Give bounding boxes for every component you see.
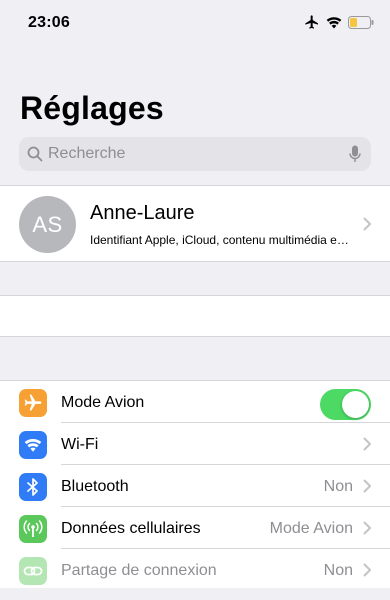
chevron-right-icon: [363, 563, 371, 577]
settings-row-label: Bluetooth: [61, 478, 129, 495]
toggle-knob: [342, 391, 369, 418]
hotspot-icon: [19, 557, 47, 585]
settings-row-value: Non: [323, 562, 353, 579]
settings-row-airplane-mode[interactable]: Mode Avion: [0, 381, 390, 423]
settings-row-personal-hotspot[interactable]: Partage de connexion Non: [0, 549, 390, 591]
search-icon: [27, 146, 43, 162]
airplane-mode-toggle[interactable]: [320, 389, 371, 420]
settings-row-wifi[interactable]: Wi-Fi: [0, 423, 390, 465]
search-input[interactable]: [48, 137, 349, 171]
chevron-right-icon: [363, 521, 371, 535]
page-title: Réglages: [20, 90, 164, 126]
airplane-icon: [304, 14, 320, 30]
settings-row-label: Mode Avion: [61, 394, 145, 411]
status-icons: [304, 14, 374, 30]
settings-row-label: Wi-Fi: [61, 436, 99, 453]
settings-row-value: Mode Avion: [269, 520, 353, 537]
profile-name: Anne-Laure: [90, 202, 195, 224]
wifi-icon: [19, 431, 47, 459]
settings-row-cellular[interactable]: Données cellulaires Mode Avion: [0, 507, 390, 549]
cellular-antenna-icon: [19, 515, 47, 543]
wifi-icon: [326, 16, 342, 29]
bluetooth-icon: [19, 473, 47, 501]
chevron-right-icon: [363, 437, 371, 451]
settings-row-label: Données cellulaires: [61, 520, 201, 537]
microphone-icon[interactable]: [349, 145, 361, 163]
profile-subtitle: Identifiant Apple, iCloud, contenu multi…: [90, 233, 352, 247]
settings-row-value: Non: [323, 478, 353, 495]
chevron-right-icon: [363, 217, 371, 231]
chevron-right-icon: [363, 479, 371, 493]
status-bar: 23:06: [0, 0, 390, 44]
empty-settings-group: [0, 295, 390, 337]
avatar: AS: [19, 196, 76, 253]
airplane-icon: [19, 389, 47, 417]
battery-icon: [348, 15, 374, 29]
search-bar[interactable]: [19, 137, 371, 171]
apple-id-profile-row[interactable]: AS Anne-Laure Identifiant Apple, iCloud,…: [0, 185, 390, 262]
settings-row-bluetooth[interactable]: Bluetooth Non: [0, 465, 390, 507]
status-time: 23:06: [28, 14, 70, 31]
settings-row-label: Partage de connexion: [61, 562, 217, 579]
settings-list: Mode Avion Wi-Fi Bluetooth Non Données c…: [0, 380, 390, 588]
